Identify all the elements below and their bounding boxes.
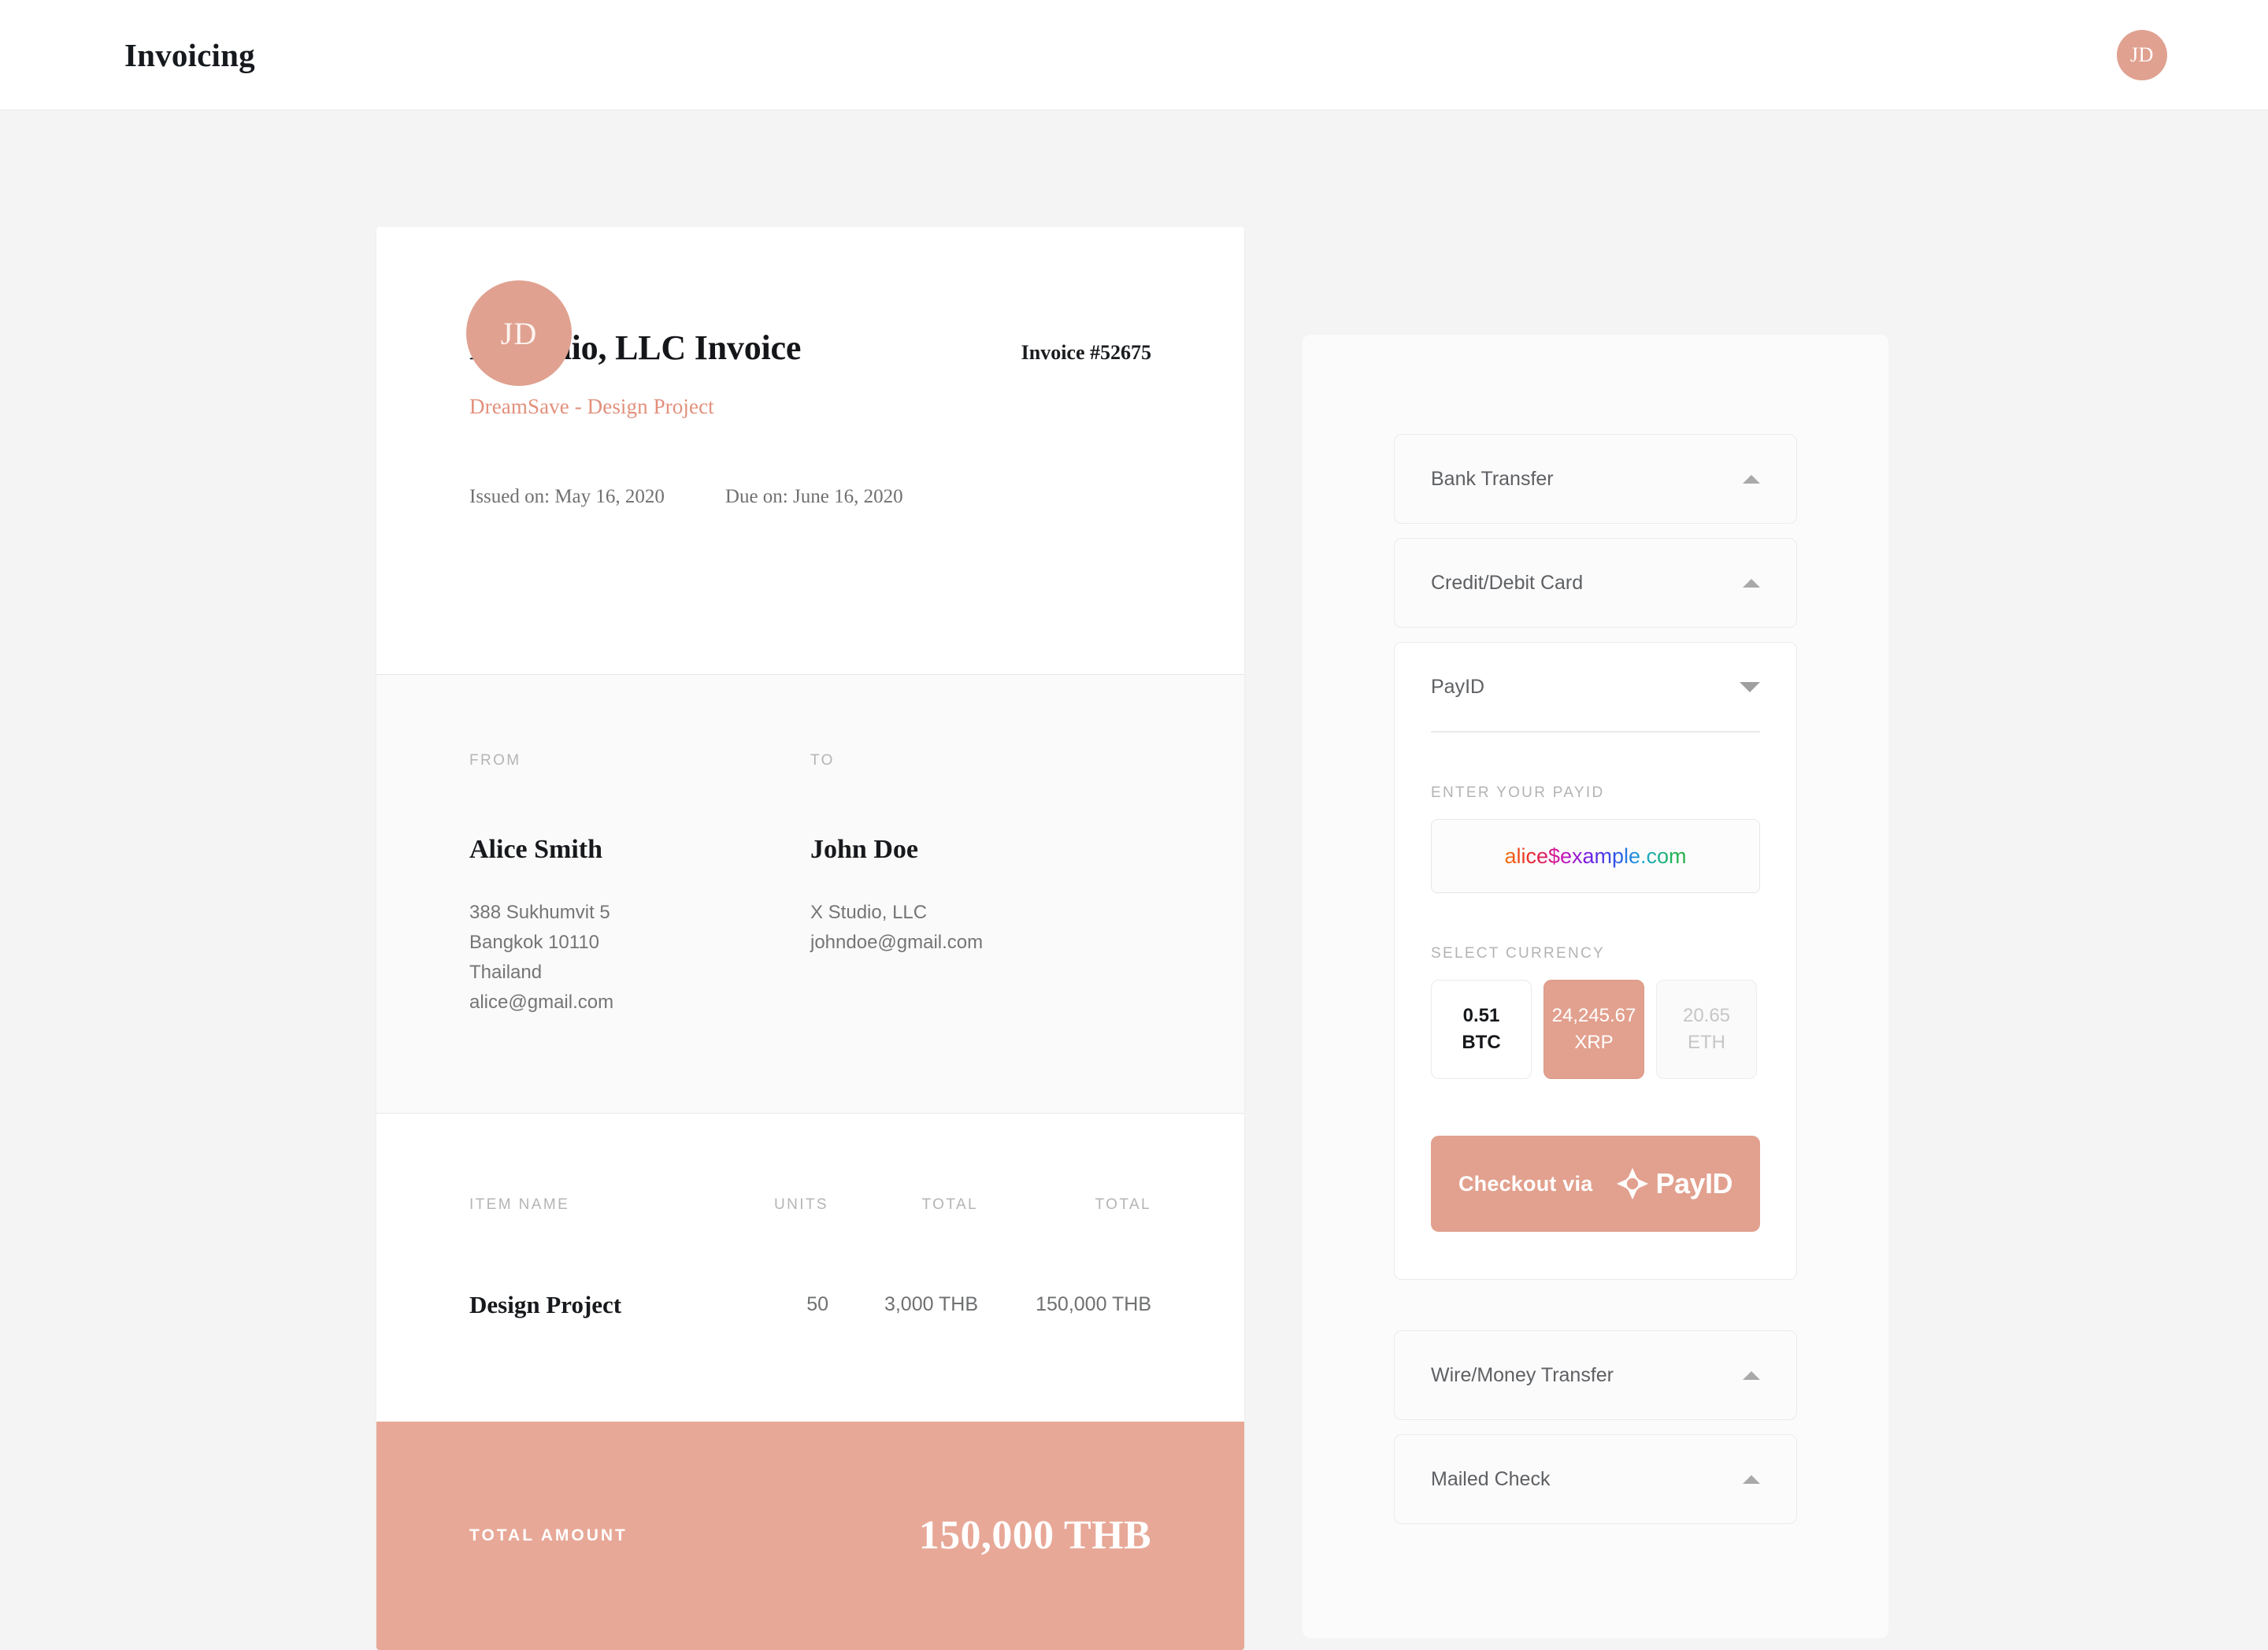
to-label: TO bbox=[810, 752, 835, 769]
column-header-unit-total: TOTAL bbox=[921, 1196, 978, 1213]
page-body: JD X Studio, LLC Invoice Invoice #52675 … bbox=[0, 110, 2268, 1650]
currency-symbol: ETH bbox=[1688, 1032, 1725, 1053]
table-row: Design Project 50 3,000 THB 150,000 THB bbox=[469, 1291, 1151, 1319]
payid-input[interactable]: alice$example.com bbox=[1431, 819, 1760, 893]
from-address: 388 Sukhumvit 5 Bangkok 10110 Thailand a… bbox=[469, 902, 614, 1014]
currency-option-eth[interactable]: 20.65 ETH bbox=[1656, 980, 1757, 1079]
payment-method-mailed-check[interactable]: Mailed Check bbox=[1394, 1434, 1797, 1524]
invoice-items-section: ITEM NAME UNITS TOTAL TOTAL Design Proje… bbox=[376, 1113, 1244, 1422]
select-currency-label: SELECT CURRENCY bbox=[1431, 945, 1606, 962]
from-label: FROM bbox=[469, 752, 521, 769]
divider bbox=[1431, 731, 1760, 732]
item-line-total: 150,000 THB bbox=[1036, 1293, 1151, 1316]
invoice-avatar: JD bbox=[466, 280, 572, 386]
payment-method-wire-money-transfer[interactable]: Wire/Money Transfer bbox=[1394, 1330, 1797, 1420]
payment-method-label: Credit/Debit Card bbox=[1431, 571, 1584, 594]
payment-method-label: Bank Transfer bbox=[1431, 467, 1554, 490]
invoice-card: X Studio, LLC Invoice Invoice #52675 Dre… bbox=[376, 227, 1244, 1650]
invoice-items-table: ITEM NAME UNITS TOTAL TOTAL Design Proje… bbox=[469, 1196, 1151, 1319]
payid-star-icon bbox=[1617, 1167, 1649, 1200]
payment-method-payid: PayID ENTER YOUR PAYID alice$example.com… bbox=[1394, 642, 1797, 1280]
payid-accordion-header[interactable]: PayID bbox=[1431, 643, 1760, 731]
currency-amount: 24,245.67 bbox=[1551, 1004, 1636, 1026]
chevron-up-icon[interactable] bbox=[1743, 1370, 1760, 1380]
item-units: 50 bbox=[806, 1293, 828, 1316]
invoice-issued-date: Issued on: May 16, 2020 bbox=[469, 486, 665, 507]
payment-method-label: PayID bbox=[1431, 675, 1485, 698]
header-avatar[interactable]: JD bbox=[2117, 29, 2167, 80]
app-title: Invoicing bbox=[124, 36, 255, 73]
from-name: Alice Smith bbox=[469, 835, 603, 864]
chevron-up-icon[interactable] bbox=[1743, 578, 1760, 588]
payment-method-credit-debit-card[interactable]: Credit/Debit Card bbox=[1394, 538, 1797, 628]
invoice-dates: Issued on: May 16, 2020 Due on: June 16,… bbox=[469, 486, 1151, 508]
payid-input-value: alice$example.com bbox=[1504, 844, 1687, 868]
column-header-total: TOTAL bbox=[1095, 1196, 1151, 1213]
currency-amount: 0.51 bbox=[1462, 1004, 1500, 1026]
payid-logo: PayID bbox=[1616, 1167, 1732, 1200]
item-name: Design Project bbox=[469, 1290, 622, 1318]
table-header-row: ITEM NAME UNITS TOTAL TOTAL bbox=[469, 1196, 1151, 1291]
chevron-down-icon[interactable] bbox=[1740, 681, 1760, 692]
payid-wordmark: PayID bbox=[1655, 1167, 1732, 1199]
invoice-project: DreamSave - Design Project bbox=[469, 395, 714, 418]
item-unit-total: 3,000 THB bbox=[884, 1293, 978, 1316]
column-header-item-name: ITEM NAME bbox=[469, 1196, 570, 1213]
to-address: X Studio, LLC johndoe@gmail.com bbox=[810, 902, 984, 954]
party-to: TO John Doe X Studio, LLC johndoe@gmail.… bbox=[810, 752, 1151, 1018]
app-header: Invoicing JD bbox=[0, 0, 2268, 110]
currency-amount: 20.65 bbox=[1682, 1004, 1731, 1026]
invoice-total-bar: TOTAL AMOUNT 150,000 THB bbox=[376, 1421, 1244, 1650]
payment-method-label: Mailed Check bbox=[1431, 1467, 1551, 1490]
invoice-due-date: Due on: June 16, 2020 bbox=[724, 486, 903, 507]
to-name: John Doe bbox=[810, 835, 918, 864]
checkout-via-payid-button[interactable]: Checkout via PayID bbox=[1431, 1136, 1760, 1232]
currency-option-xrp[interactable]: 24,245.67 XRP bbox=[1544, 980, 1644, 1079]
checkout-button-label: Checkout via bbox=[1458, 1171, 1593, 1196]
payment-methods-panel: Bank Transfer Credit/Debit Card PayID EN… bbox=[1303, 335, 1888, 1638]
currency-symbol: XRP bbox=[1574, 1032, 1614, 1053]
chevron-up-icon[interactable] bbox=[1743, 474, 1760, 484]
currency-selector: 0.51 BTC 24,245.67 XRP 20.65 ETH bbox=[1431, 980, 1760, 1079]
party-from: FROM Alice Smith 388 Sukhumvit 5 Bangkok… bbox=[469, 752, 810, 1018]
chevron-up-icon[interactable] bbox=[1743, 1474, 1760, 1484]
currency-option-btc[interactable]: 0.51 BTC bbox=[1431, 980, 1532, 1079]
total-amount-label: TOTAL AMOUNT bbox=[469, 1526, 628, 1544]
payid-field-label: ENTER YOUR PAYID bbox=[1431, 784, 1605, 801]
payment-method-bank-transfer[interactable]: Bank Transfer bbox=[1394, 434, 1797, 524]
total-amount-value: 150,000 THB bbox=[918, 1513, 1151, 1559]
invoice-parties-section: FROM Alice Smith 388 Sukhumvit 5 Bangkok… bbox=[376, 675, 1244, 1113]
column-header-units: UNITS bbox=[774, 1196, 828, 1213]
currency-symbol: BTC bbox=[1462, 1032, 1501, 1053]
payment-method-label: Wire/Money Transfer bbox=[1431, 1363, 1614, 1386]
invoice-number: Invoice #52675 bbox=[1021, 341, 1151, 364]
